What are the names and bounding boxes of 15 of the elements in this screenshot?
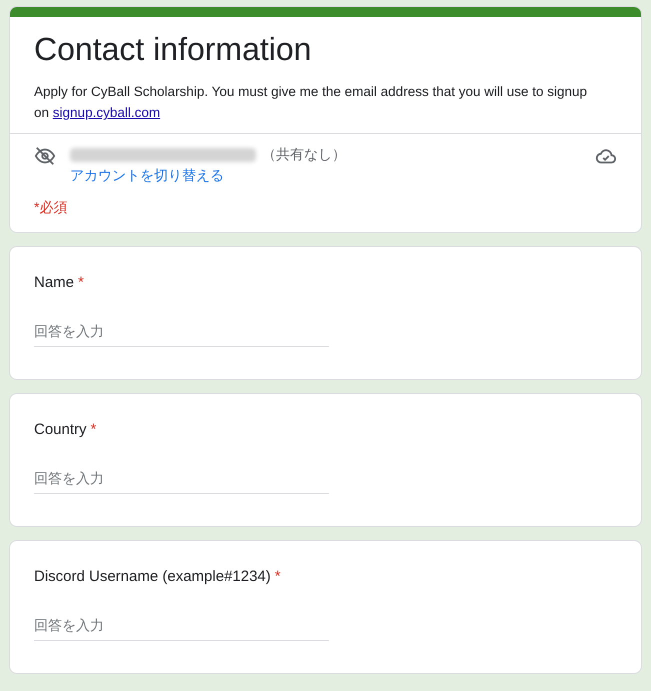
switch-account-link[interactable]: アカウントを切り替える [70,165,346,185]
question-label: Country * [34,420,98,440]
question-label: Name * [34,273,85,293]
signup-link[interactable]: signup.cyball.com [52,105,160,120]
answer-field[interactable]: 回答を入力 [34,462,329,494]
form-title: Contact information [34,30,312,69]
form-description: Apply for CyBall Scholarship. You must give me the email address that you will use to signup on signup.cyball.com [34,83,588,122]
required-asterisk: * [90,421,96,438]
sharing-note: （共有なし） [262,145,346,164]
answer-field[interactable]: 回答を入力 [34,315,329,347]
required-asterisk: * [274,568,281,585]
required-asterisk: * [78,274,84,291]
question-label: Discord Username (example#1234) * [34,567,282,587]
required-note: *必須 [34,198,68,217]
answer-field[interactable]: 回答を入力 [34,609,329,641]
